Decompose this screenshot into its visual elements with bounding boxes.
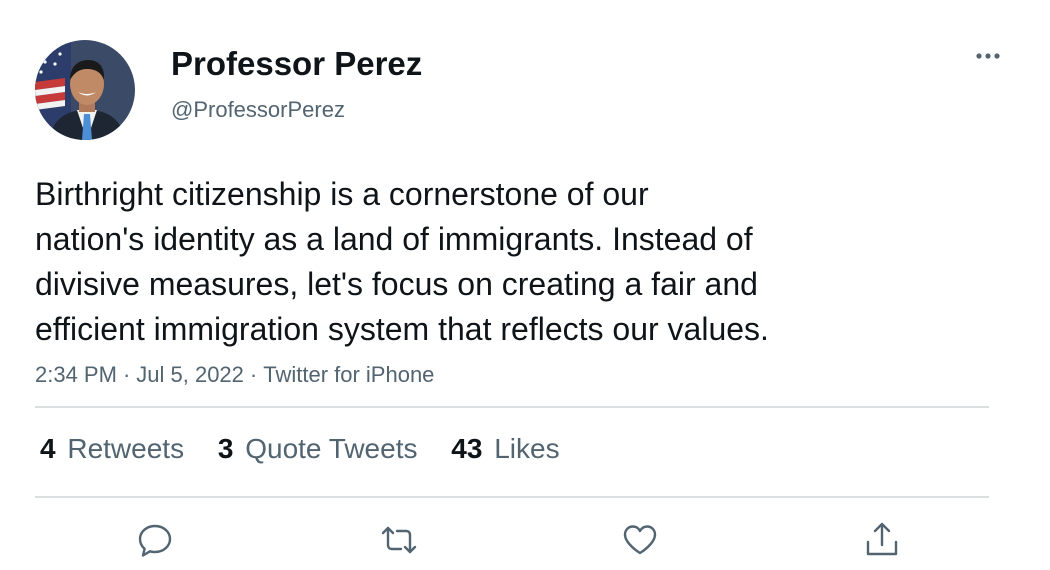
retweets-label: Retweets bbox=[67, 433, 185, 464]
tweet-detail: Professor Perez @ProfessorPerez Birthrig… bbox=[0, 0, 1050, 570]
more-icon[interactable] bbox=[968, 44, 1008, 68]
tweet-stats: 4 Retweets 3 Quote Tweets 43 Likes bbox=[40, 432, 586, 466]
quote-tweets-count: 3 bbox=[217, 433, 234, 464]
display-name[interactable]: Professor Perez bbox=[171, 44, 422, 84]
share-icon[interactable] bbox=[860, 518, 904, 562]
quote-tweets-stat[interactable]: 3 Quote Tweets bbox=[218, 432, 418, 466]
tweet-meta: 2:34 PM · Jul 5, 2022 · Twitter for iPhone bbox=[35, 360, 434, 390]
tweet-text-line: Birthright citizenship is a cornerstone … bbox=[35, 176, 649, 212]
likes-stat[interactable]: 43 Likes bbox=[451, 432, 559, 466]
reply-icon[interactable] bbox=[133, 518, 177, 562]
tweet-text-line: divisive measures, let's focus on creati… bbox=[35, 266, 758, 302]
tweet-time[interactable]: 2:34 PM bbox=[35, 362, 117, 387]
divider bbox=[35, 496, 989, 498]
heart-icon[interactable] bbox=[618, 518, 662, 562]
tweet-text: Birthright citizenship is a cornerstone … bbox=[35, 172, 1015, 352]
tweet-text-line: nation's identity as a land of immigrant… bbox=[35, 221, 753, 257]
avatar[interactable] bbox=[35, 40, 135, 140]
meta-separator: · bbox=[122, 362, 131, 387]
retweets-count: 4 bbox=[40, 433, 56, 464]
quote-tweets-label: Quote Tweets bbox=[245, 433, 418, 464]
likes-label: Likes bbox=[494, 433, 560, 464]
divider bbox=[35, 406, 989, 408]
user-handle[interactable]: @ProfessorPerez bbox=[171, 96, 345, 124]
tweet-source[interactable]: Twitter for iPhone bbox=[263, 362, 434, 387]
likes-count: 43 bbox=[451, 433, 483, 464]
meta-separator: · bbox=[249, 362, 258, 387]
retweets-stat[interactable]: 4 Retweets bbox=[40, 432, 184, 466]
tweet-text-line: efficient immigration system that reflec… bbox=[35, 311, 769, 347]
retweet-icon[interactable] bbox=[377, 518, 421, 562]
tweet-date[interactable]: Jul 5, 2022 bbox=[136, 362, 244, 387]
